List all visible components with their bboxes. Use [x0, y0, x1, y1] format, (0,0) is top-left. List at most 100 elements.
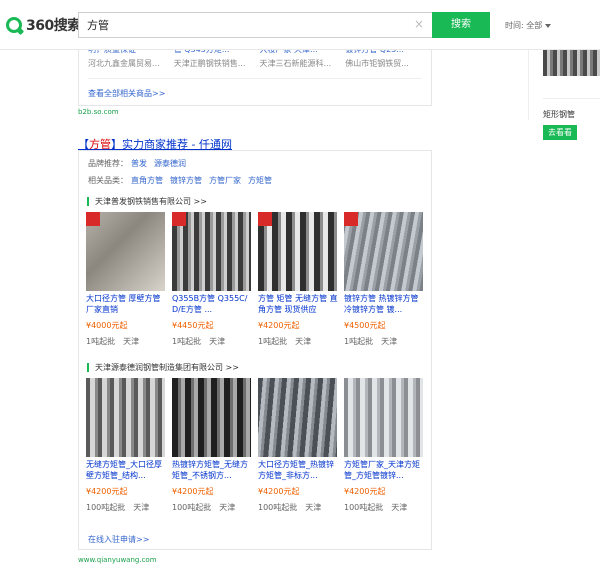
company-link[interactable]: 天津源泰德润钢管制造集团有限公司 >> [87, 363, 239, 372]
divider [543, 98, 600, 99]
chevron-down-icon [545, 23, 552, 28]
result-source-url: www.qianyuwang.com [78, 556, 157, 564]
product-city: 天津 [123, 337, 140, 346]
product-city: 天津 [381, 337, 398, 346]
divider [88, 78, 422, 79]
product-price: ¥4500元起 [344, 321, 386, 330]
view-all-products-link[interactable]: 查看全部相关商品>> [88, 88, 165, 99]
product-price: ¥4450元起 [172, 321, 214, 330]
sidebar-product-label[interactable]: 矩形钢管 [543, 109, 575, 120]
product-city: 天津 [391, 503, 408, 512]
product-meta: 100吨起批 天津 [172, 502, 252, 513]
product-title[interactable]: 大口径方管 厚壁方管 厂家直销 [86, 293, 166, 315]
sidebar-divider [528, 50, 529, 120]
site-logo[interactable]: 360搜索 [6, 15, 81, 35]
merchant-recommend-card: 品牌推荐： 普发 源泰德润 相关品类： 直角方管 镀锌方管 方管厂家 方矩管 天津普发钢铁销… [78, 150, 432, 550]
product-city: 天津 [305, 503, 322, 512]
product-price: ¥4200元起 [258, 321, 300, 330]
brand-label: 品牌推荐： [88, 159, 128, 168]
online-apply-link[interactable]: 在线入驻申请>> [88, 534, 149, 545]
product-image[interactable] [344, 378, 423, 457]
category-link[interactable]: 镀锌方管 [170, 176, 202, 185]
sidebar-go-button[interactable]: 去看看 [543, 125, 577, 140]
vendor-badge-icon [86, 212, 100, 226]
product-moq: 100吨起批 [86, 503, 126, 512]
vendor-badge-icon [344, 212, 358, 226]
product-image[interactable] [258, 378, 337, 457]
product-item[interactable]: 大口径方管 厚壁方管 厂家直销 ¥4000元起 1吨起批 天津 [86, 212, 166, 347]
product-title[interactable]: 方管 矩管 无缝方管 直角方管 现货供应 [258, 293, 338, 315]
product-moq: 1吨起批 [258, 337, 288, 346]
search-input[interactable] [79, 13, 399, 37]
supplier-name: 天津三石新能源科... [259, 59, 332, 68]
product-price: ¥4000元起 [86, 321, 128, 330]
category-label: 相关品类： [88, 176, 128, 185]
product-meta: 100吨起批 天津 [344, 502, 424, 513]
supplier-name: 河北九鑫金属贸易... [88, 59, 160, 68]
brand-recommend-row: 品牌推荐： 普发 源泰德润 [88, 158, 186, 169]
company-link[interactable]: 天津普发钢铁销售有限公司 >> [87, 197, 207, 206]
product-image[interactable] [86, 212, 165, 291]
product-item[interactable]: 方管 矩管 无缝方管 直角方管 现货供应 ¥4200元起 1吨起批 天津 [258, 212, 338, 347]
product-city: 天津 [209, 337, 226, 346]
product-meta: 1吨起批 天津 [258, 336, 338, 347]
product-title[interactable]: 方矩管厂家_天津方矩管_方矩管镀锌... [344, 459, 424, 481]
product-moq: 100吨起批 [344, 503, 384, 512]
time-filter-dropdown[interactable]: 时间: 全部 [505, 20, 552, 31]
product-meta: 100吨起批 天津 [258, 502, 338, 513]
product-item[interactable]: 镀锌方管 热镀锌方管 冷镀锌方管 镀... ¥4500元起 1吨起批 天津 [344, 212, 424, 347]
product-meta: 1吨起批 天津 [172, 336, 252, 347]
product-city: 天津 [133, 503, 150, 512]
product-image[interactable] [86, 378, 165, 457]
product-grid: 大口径方管 厚壁方管 厂家直销 ¥4000元起 1吨起批 天津 Q355B方管 Q… [86, 212, 430, 347]
product-moq: 1吨起批 [344, 337, 374, 346]
brand-link[interactable]: 普发 [131, 159, 147, 168]
product-item[interactable]: Q355B方管 Q355C/D/E方管 ... ¥4450元起 1吨起批 天津 [172, 212, 252, 347]
product-image[interactable] [172, 212, 251, 291]
product-item[interactable]: 大口径方矩管_热镀锌方矩管_非标方... ¥4200元起 100吨起批 天津 [258, 378, 338, 513]
brand-link[interactable]: 源泰德润 [154, 159, 186, 168]
product-title[interactable]: 镀锌方管 热镀锌方管 冷镀锌方管 镀... [344, 293, 424, 315]
product-item[interactable]: 热镀锌方矩管_无缝方矩管_不锈钢方... ¥4200元起 100吨起批 天津 [172, 378, 252, 513]
time-filter-label: 时间: 全部 [505, 21, 543, 30]
clear-icon[interactable]: × [414, 17, 424, 31]
product-price: ¥4200元起 [258, 487, 300, 496]
product-meta: 100吨起批 天津 [86, 502, 166, 513]
search-box: × [78, 12, 432, 38]
vendor-badge-icon [172, 212, 186, 226]
product-moq: 1吨起批 [86, 337, 116, 346]
product-title[interactable]: 无缝方矩管_大口径厚壁方矩管_结构... [86, 459, 166, 481]
product-city: 天津 [295, 337, 312, 346]
product-item[interactable]: 无缝方矩管_大口径厚壁方矩管_结构... ¥4200元起 100吨起批 天津 [86, 378, 166, 513]
product-title[interactable]: 热镀锌方矩管_无缝方矩管_不锈钢方... [172, 459, 252, 481]
supplier-row: 河北九鑫金属贸易... 天津正鹏钢铁销售... 天津三石新能源科... 佛山市钜… [88, 58, 431, 69]
search-button[interactable]: 搜索 [432, 12, 490, 38]
logo-q-icon [6, 17, 22, 33]
related-category-row: 相关品类： 直角方管 镀锌方管 方管厂家 方矩管 [88, 175, 272, 186]
product-title[interactable]: Q355B方管 Q355C/D/E方管 ... [172, 293, 252, 315]
result-source-url: b2b.so.com [78, 108, 119, 116]
product-price: ¥4200元起 [172, 487, 214, 496]
category-link[interactable]: 直角方管 [131, 176, 163, 185]
product-meta: 1吨起批 天津 [344, 336, 424, 347]
product-city: 天津 [219, 503, 236, 512]
top-search-bar: 360搜索 × 搜索 时间: 全部 [0, 0, 600, 50]
product-image[interactable] [258, 212, 337, 291]
product-price: ¥4200元起 [344, 487, 386, 496]
logo-text: 360搜索 [26, 18, 81, 34]
supplier-name: 佛山市钜钢铁贸... [345, 59, 409, 68]
product-meta: 1吨起批 天津 [86, 336, 166, 347]
product-moq: 1吨起批 [172, 337, 202, 346]
product-image[interactable] [344, 212, 423, 291]
category-link[interactable]: 方管厂家 [209, 176, 241, 185]
product-item[interactable]: 方矩管厂家_天津方矩管_方矩管镀锌... ¥4200元起 100吨起批 天津 [344, 378, 424, 513]
supplier-name: 天津正鹏钢铁销售... [173, 59, 246, 68]
product-image[interactable] [172, 378, 251, 457]
product-moq: 100吨起批 [172, 503, 212, 512]
product-title[interactable]: 大口径方矩管_热镀锌方矩管_非标方... [258, 459, 338, 481]
category-link[interactable]: 方矩管 [248, 176, 272, 185]
vendor-badge-icon [258, 212, 272, 226]
product-grid: 无缝方矩管_大口径厚壁方矩管_结构... ¥4200元起 100吨起批 天津 热镀… [86, 378, 430, 513]
product-price: ¥4200元起 [86, 487, 128, 496]
product-moq: 100吨起批 [258, 503, 298, 512]
